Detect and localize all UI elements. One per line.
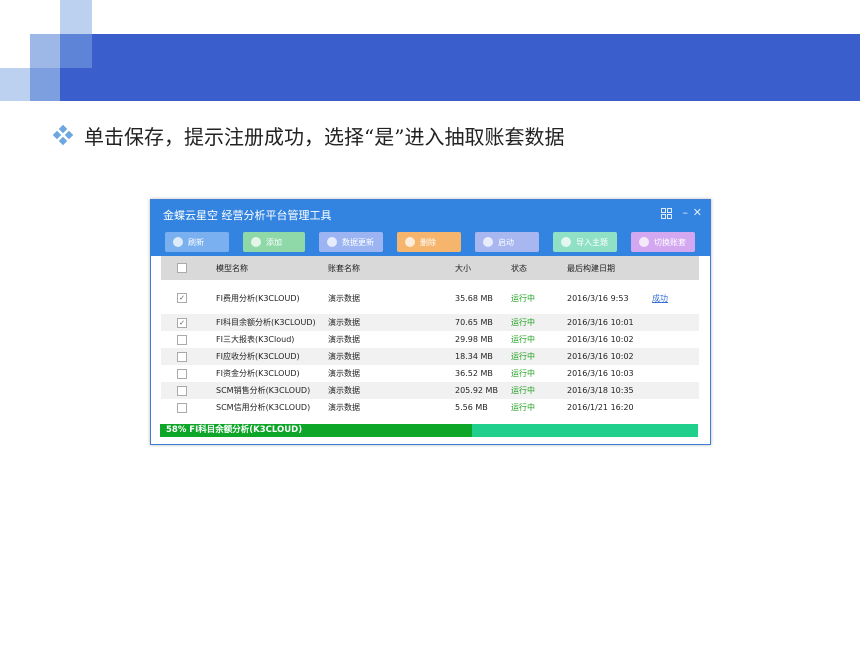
row-checkbox[interactable] [177, 385, 187, 396]
delete-icon [405, 237, 415, 247]
status-cell: 运行中 [511, 318, 535, 327]
status-cell: 运行中 [511, 335, 535, 344]
decor-square [60, 0, 92, 34]
model-name-cell: FI费用分析(K3CLOUD) [216, 293, 300, 303]
menu-grid-icon[interactable] [661, 208, 672, 219]
switch-icon [639, 237, 649, 247]
row-checkbox[interactable] [177, 334, 187, 345]
check-icon [251, 237, 261, 247]
account-name-cell: 演示数据 [328, 386, 360, 395]
table-row[interactable]: FI资金分析(K3CLOUD) 演示数据 36.52 MB 运行中 2016/3/16 … [161, 365, 699, 382]
select-all-checkbox[interactable] [177, 263, 187, 273]
import-theme-button[interactable]: 导入主题 [553, 232, 617, 252]
account-name-cell: 演示数据 [328, 335, 360, 344]
account-name-cell: 演示数据 [328, 293, 360, 303]
model-name-cell: FI三大报表(K3Cloud) [216, 335, 295, 344]
table-row[interactable]: FI应收分析(K3CLOUD) 演示数据 18.34 MB 运行中 2016/3/16 … [161, 348, 699, 365]
minimize-icon[interactable]: – [683, 206, 689, 219]
account-name-cell: 演示数据 [328, 352, 360, 361]
header-status[interactable]: 状态 [511, 263, 527, 274]
import-icon [561, 237, 571, 247]
model-name-cell: FI应收分析(K3CLOUD) [216, 352, 300, 361]
refresh-icon [327, 237, 337, 247]
build-date-cell: 2016/3/16 10:01 [567, 318, 634, 327]
table-body: ✓ FI费用分析(K3CLOUD) 演示数据 35.68 MB 运行中 2016/3/16… [161, 288, 699, 416]
model-name-cell: SCM信用分析(K3CLOUD) [216, 403, 311, 412]
delete-button[interactable]: 删除 [397, 232, 461, 252]
header-account-name[interactable]: 账套名称 [328, 263, 360, 274]
model-name-cell: SCM销售分析(K3CLOUD) [216, 386, 311, 395]
row-checkbox[interactable] [177, 368, 187, 379]
window-title: 金蝶云星空 经营分析平台管理工具 [163, 209, 332, 222]
close-icon[interactable]: ✕ [693, 206, 702, 219]
switch-account-button[interactable]: 切换账套 [631, 232, 695, 252]
account-name-cell: 演示数据 [328, 369, 360, 378]
result-link[interactable]: 成功 [652, 293, 668, 304]
table-row[interactable]: FI三大报表(K3Cloud) 演示数据 29.98 MB 运行中 2016/3/16 … [161, 331, 699, 348]
size-cell: 29.98 MB [455, 335, 493, 344]
status-cell: 运行中 [511, 386, 535, 395]
build-date-cell: 2016/3/16 10:03 [567, 369, 634, 378]
status-cell: 运行中 [511, 352, 535, 361]
status-cell: 运行中 [511, 403, 535, 412]
account-name-cell: 演示数据 [328, 403, 360, 412]
table-row[interactable]: ✓ FI科目余额分析(K3CLOUD) 演示数据 70.65 MB 运行中 2016/3/… [161, 314, 699, 331]
refresh-button[interactable]: 刷新 [165, 232, 229, 252]
start-button[interactable]: 启动 [475, 232, 539, 252]
size-cell: 18.34 MB [455, 352, 493, 361]
header-size[interactable]: 大小 [455, 263, 471, 274]
build-date-cell: 2016/3/16 10:02 [567, 352, 634, 361]
header-model-name[interactable]: 模型名称 [216, 263, 248, 274]
header-build-date[interactable]: 最后构建日期 [567, 263, 615, 274]
row-checkbox[interactable]: ✓ [177, 317, 187, 328]
status-cell: 运行中 [511, 293, 535, 303]
header-banner [60, 34, 860, 101]
size-cell: 36.52 MB [455, 369, 493, 378]
build-date-cell: 2016/3/16 9:53 [567, 293, 629, 303]
size-cell: 70.65 MB [455, 318, 493, 327]
app-window: 金蝶云星空 经营分析平台管理工具 – ✕ 刷新 添加 数据更新 删除 启动 导入… [150, 199, 711, 445]
decor-square [60, 34, 92, 68]
progress-bar: 58% FI科目余额分析(K3CLOUD) [160, 424, 698, 437]
size-cell: 5.56 MB [455, 403, 488, 412]
row-checkbox[interactable]: ✓ [177, 293, 187, 303]
title-bar: 金蝶云星空 经营分析平台管理工具 – ✕ [151, 200, 710, 230]
power-icon [483, 237, 493, 247]
row-checkbox[interactable] [177, 351, 187, 362]
model-name-cell: FI资金分析(K3CLOUD) [216, 369, 300, 378]
arrow-left-icon [173, 237, 183, 247]
table-row[interactable]: ✓ FI费用分析(K3CLOUD) 演示数据 35.68 MB 运行中 2016/3/16… [161, 288, 699, 308]
data-update-button[interactable]: 数据更新 [319, 232, 383, 252]
diamond-bullet-icon [52, 124, 74, 146]
add-button[interactable]: 添加 [243, 232, 305, 252]
status-cell: 运行中 [511, 369, 535, 378]
table-header: 模型名称 账套名称 大小 状态 最后构建日期 [161, 256, 699, 280]
bullet-text: 单击保存，提示注册成功，选择“是”进入抽取账套数据 [84, 124, 565, 149]
decor-square [30, 68, 60, 101]
size-cell: 35.68 MB [455, 293, 493, 303]
table-row[interactable]: SCM信用分析(K3CLOUD) 演示数据 5.56 MB 运行中 2016/1/21 … [161, 399, 699, 416]
toolbar: 刷新 添加 数据更新 删除 启动 导入主题 切换账套 [151, 230, 710, 256]
table-row[interactable]: SCM销售分析(K3CLOUD) 演示数据 205.92 MB 运行中 2016/3/1… [161, 382, 699, 399]
row-checkbox[interactable] [177, 402, 187, 413]
build-date-cell: 2016/1/21 16:20 [567, 403, 634, 412]
decor-square [30, 34, 60, 68]
account-name-cell: 演示数据 [328, 318, 360, 327]
build-date-cell: 2016/3/16 10:02 [567, 335, 634, 344]
build-date-cell: 2016/3/18 10:35 [567, 386, 634, 395]
progress-text: 58% FI科目余额分析(K3CLOUD) [166, 425, 303, 435]
model-table: 模型名称 账套名称 大小 状态 最后构建日期 ✓ FI费用分析(K3CLOUD) 演… [161, 256, 699, 416]
size-cell: 205.92 MB [455, 386, 498, 395]
decor-square [0, 68, 30, 101]
bullet-line: 单击保存，提示注册成功，选择“是”进入抽取账套数据 [52, 120, 565, 150]
model-name-cell: FI科目余额分析(K3CLOUD) [216, 318, 316, 327]
